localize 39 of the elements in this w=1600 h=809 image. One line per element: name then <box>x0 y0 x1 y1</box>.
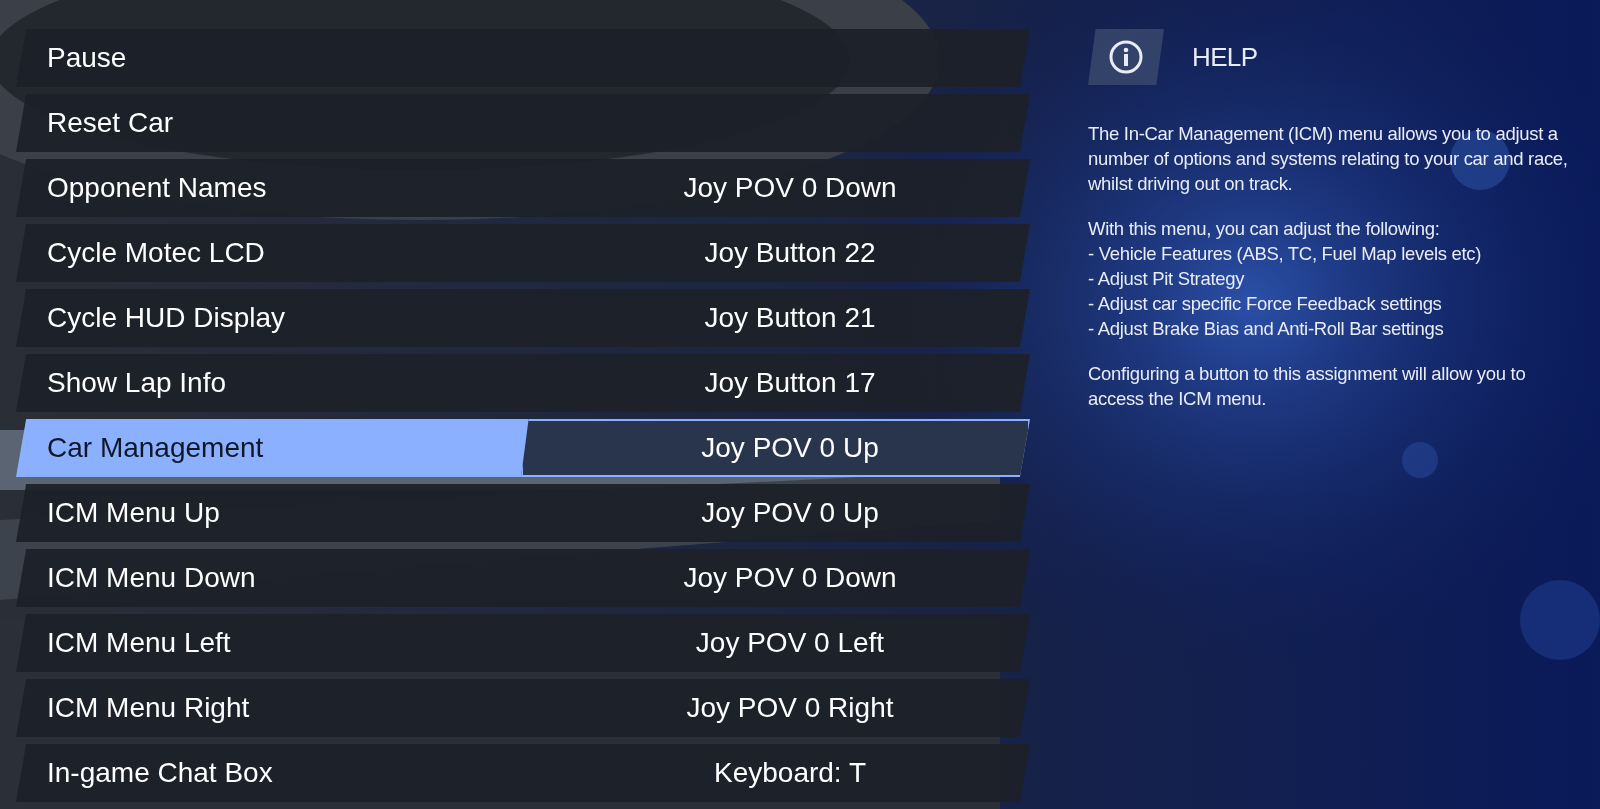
binding-row[interactable]: Pause <box>16 29 1030 87</box>
binding-row[interactable]: ICM Menu Up Joy POV 0 Up <box>16 484 1030 542</box>
binding-row[interactable]: ICM Menu Right Joy POV 0 Right <box>16 679 1030 737</box>
action-label: ICM Menu Down <box>47 561 256 595</box>
help-text: The In-Car Management (ICM) menu allows you to adjust a number of options and systems relating to your car and race, whilst driving out on track. <box>1088 122 1569 196</box>
binding-value: Joy POV 0 Up <box>701 496 879 530</box>
binding-value: Joy POV 0 Down <box>683 561 897 595</box>
binding-row[interactable]: Car Management Joy POV 0 Up <box>16 419 1030 477</box>
help-text: Configuring a button to this assignment will allow you to access the ICM menu. <box>1088 362 1527 411</box>
binding-row[interactable]: Reset Car <box>16 94 1030 152</box>
action-label: Opponent Names <box>47 171 267 205</box>
binding-value: Joy POV 0 Left <box>695 626 885 660</box>
binding-value: Keyboard: T <box>714 756 866 790</box>
binding-row[interactable]: Show Lap Info Joy Button 17 <box>16 354 1030 412</box>
binding-value: Joy Button 22 <box>704 236 876 270</box>
binding-row[interactable]: Opponent Names Joy POV 0 Down <box>16 159 1030 217</box>
action-label: ICM Menu Right <box>47 691 250 725</box>
binding-row[interactable]: Cycle Motec LCD Joy Button 22 <box>16 224 1030 282</box>
help-text: With this menu, you can adjust the following: - Vehicle Features (ABS, TC, Fuel Map levels etc) - Adjust Pit Strategy - Adjust car specific Force Feedback settings - Adjust Brake Bias and Anti-Roll Bar settings <box>1088 217 1483 341</box>
binding-row[interactable]: Cycle HUD Display Joy Button 21 <box>16 289 1030 347</box>
action-label: In-game Chat Box <box>47 756 273 790</box>
action-label: Cycle Motec LCD <box>47 236 265 270</box>
action-label: Pause <box>47 41 127 75</box>
binding-value: Joy POV 0 Up <box>701 431 879 465</box>
binding-row[interactable]: In-game Chat Box Keyboard: T <box>16 744 1030 802</box>
action-label: Car Management <box>47 431 264 465</box>
action-label: Cycle HUD Display <box>47 301 286 335</box>
action-label: ICM Menu Left <box>47 626 231 660</box>
help-title: HELP <box>1192 40 1258 74</box>
info-icon <box>1088 29 1164 85</box>
action-label: Reset Car <box>47 106 174 140</box>
binding-value: Joy POV 0 Down <box>683 171 897 205</box>
binding-row[interactable]: ICM Menu Down Joy POV 0 Down <box>16 549 1030 607</box>
binding-row[interactable]: ICM Menu Left Joy POV 0 Left <box>16 614 1030 672</box>
action-label: ICM Menu Up <box>47 496 220 530</box>
binding-value: Joy Button 17 <box>704 366 876 400</box>
action-label: Show Lap Info <box>47 366 227 400</box>
binding-value: Joy Button 21 <box>704 301 876 335</box>
binding-value: Joy POV 0 Right <box>686 691 894 725</box>
